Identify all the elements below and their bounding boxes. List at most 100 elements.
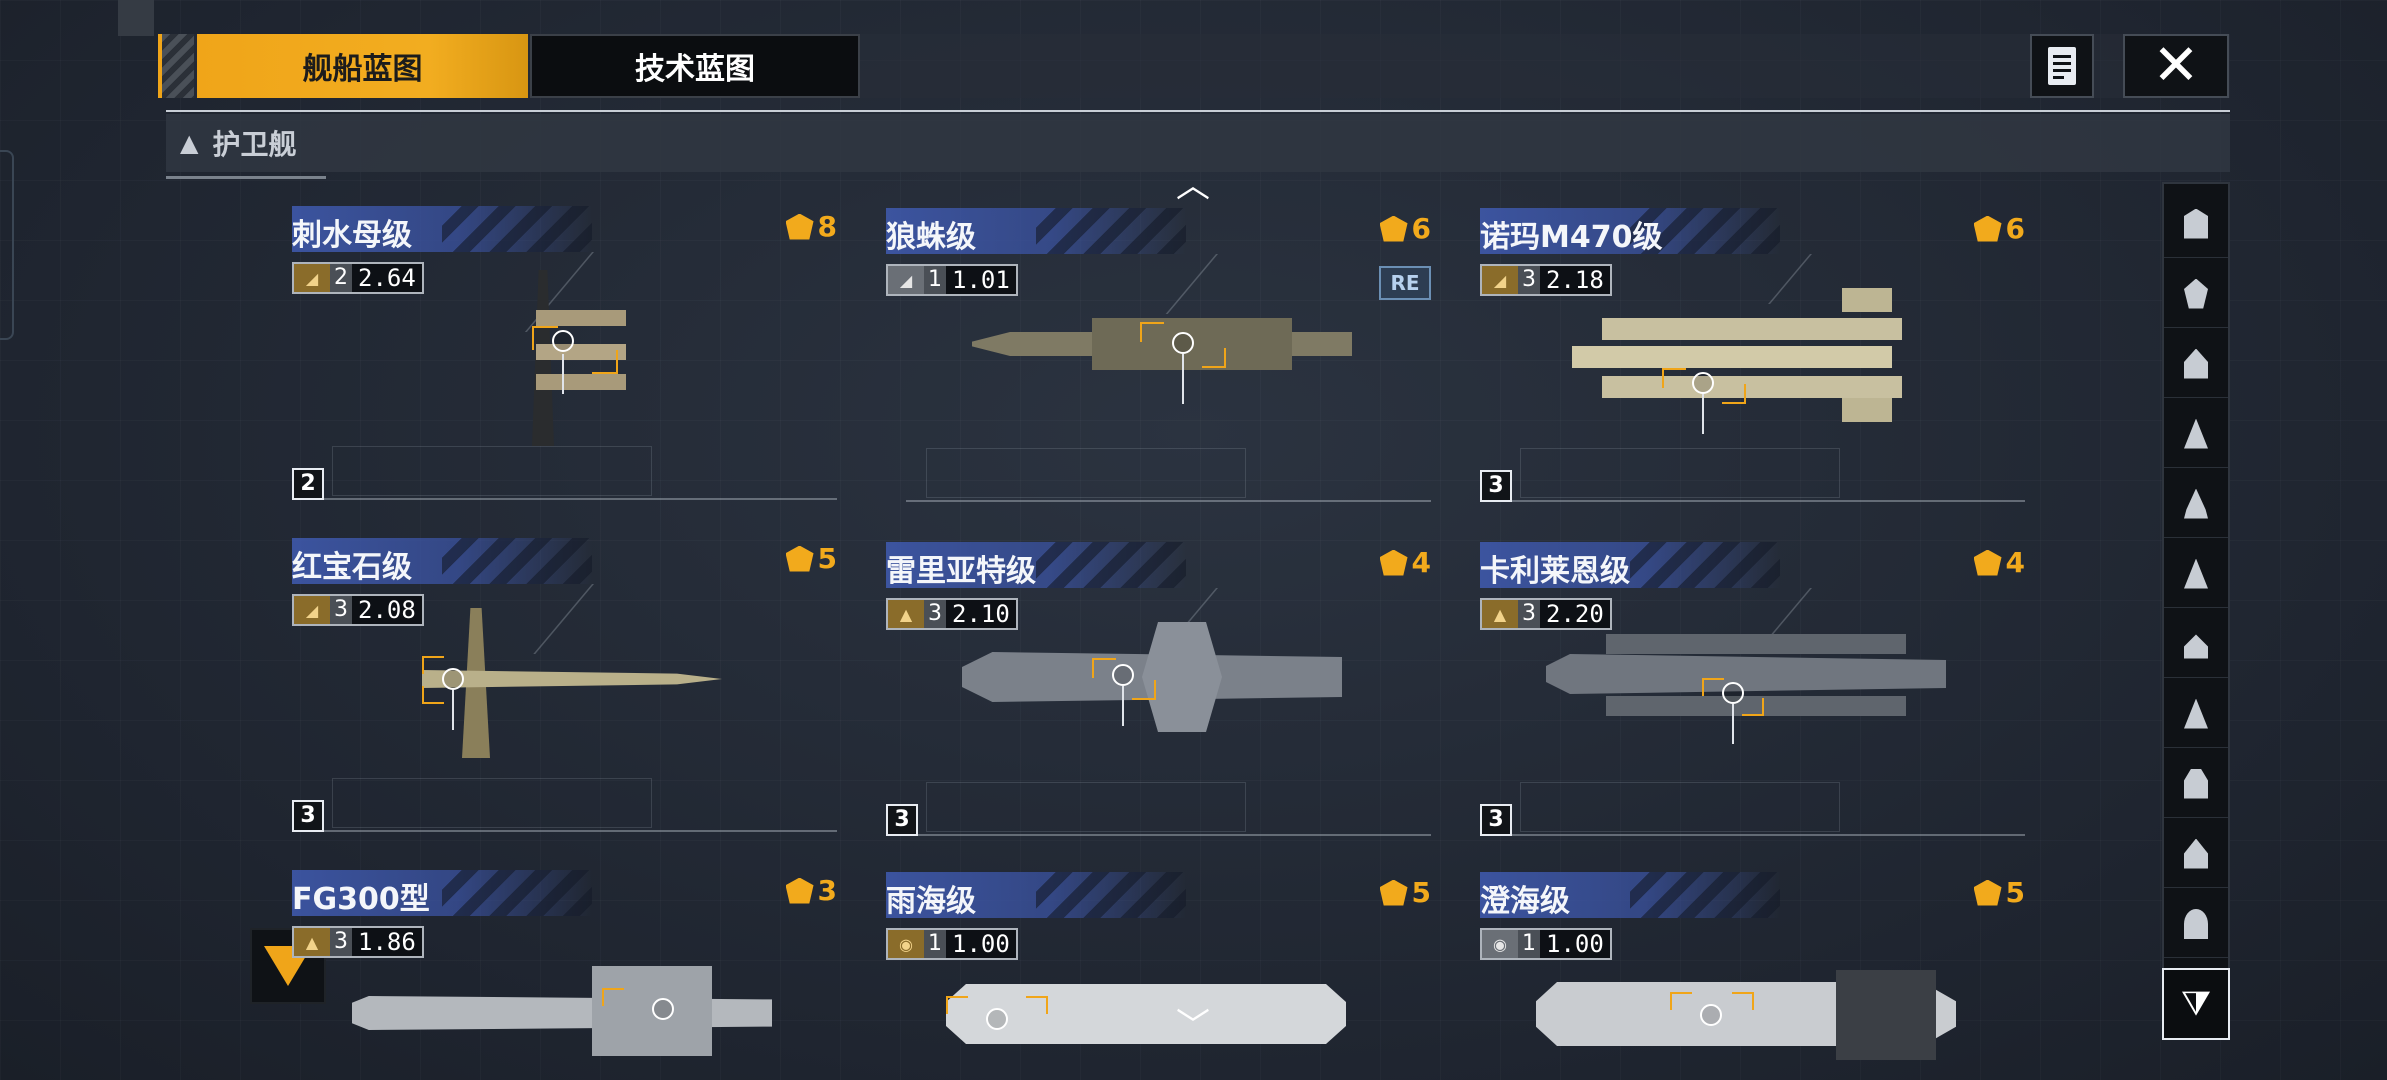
ship-name: 刺水母级 <box>292 218 412 253</box>
ship-model <box>962 622 1342 732</box>
battlecruiser-icon <box>2184 418 2208 449</box>
ship-card[interactable]: 红宝石级 5 ◢ 3 2.08 3 <box>292 538 837 858</box>
medal-value: 5 <box>2005 876 2025 909</box>
close-button[interactable]: ✕ <box>2123 34 2229 98</box>
medal-count: 6 <box>1379 212 1431 245</box>
other-ship-icon <box>2184 908 2208 939</box>
side-drawer-handle[interactable] <box>0 150 14 340</box>
frigate-class-icon: ◢ <box>1482 266 1518 294</box>
collapse-triangle-icon: ▲ <box>180 129 199 157</box>
medal-icon <box>1379 215 1408 242</box>
baseline <box>312 830 837 832</box>
document-icon <box>2048 47 2076 85</box>
re-badge: RE <box>1379 266 1431 300</box>
frigate-class-icon: ◢ <box>294 596 330 624</box>
tab-ship-blueprint[interactable]: 舰船蓝图 <box>197 34 528 98</box>
support-icon <box>2184 838 2208 869</box>
ship-class-rail <box>2162 182 2230 1040</box>
ship-tier: 1 <box>924 266 946 294</box>
filter-button[interactable]: ⧩ <box>2162 968 2230 1040</box>
medal-value: 6 <box>2005 212 2025 245</box>
ship-model <box>1536 970 1956 1066</box>
rail-item-corvette[interactable] <box>2164 750 2228 818</box>
medal-count: 6 <box>1973 212 2025 245</box>
ship-card[interactable]: 澄海级 5 ◉ 1 1.00 <box>1480 872 2025 1080</box>
rail-item-battleship[interactable] <box>2164 540 2228 608</box>
medal-icon <box>785 213 814 240</box>
filter-icon: ⧩ <box>2180 984 2212 1024</box>
destroyer-icon <box>2184 278 2208 309</box>
rail-item-carrier[interactable] <box>2164 470 2228 538</box>
ship-card[interactable]: 狼蛛级 6 ◢ 1 1.01 RE <box>886 208 1431 528</box>
corvette-icon <box>2184 768 2208 799</box>
medal-value: 4 <box>2005 546 2025 579</box>
chevron-up-icon[interactable]: ︿ <box>1173 169 1213 203</box>
rail-item-cruiser[interactable] <box>2164 330 2228 398</box>
ship-value: 2.10 <box>952 600 1010 628</box>
ship-stats: ◢ 3 2.18 <box>1480 264 1612 296</box>
ship-name: FG300型 <box>292 882 430 917</box>
medal-value: 5 <box>817 542 837 575</box>
ship-model <box>946 972 1346 1062</box>
schematic-outline <box>1520 448 1840 498</box>
rail-item-other[interactable] <box>2164 890 2228 958</box>
ship-card[interactable]: 刺水母级 8 ◢ 2 2.64 2 <box>292 206 837 526</box>
ship-tier: 3 <box>1518 600 1540 628</box>
rail-item-fighter[interactable] <box>2164 680 2228 748</box>
schematic-outline <box>1520 782 1840 832</box>
battleship-icon <box>2184 558 2208 589</box>
ship-card[interactable]: 诺玛M470级 6 ◢ 3 2.18 3 <box>1480 208 2025 528</box>
corner-mark <box>118 0 154 36</box>
frigate-class-icon: ▲ <box>888 600 924 628</box>
rail-item-frigate[interactable] <box>2164 190 2228 258</box>
ship-card[interactable]: 雨海级 5 ◉ 1 1.00 <box>886 872 1431 1080</box>
ship-tier: 3 <box>924 600 946 628</box>
rail-item-auxiliary[interactable] <box>2164 610 2228 678</box>
ship-name: 雷里亚特级 <box>886 554 1036 589</box>
frigate-class-icon: ◢ <box>888 266 924 294</box>
ship-model <box>1546 624 1946 744</box>
ship-stats: ▲ 3 2.10 <box>886 598 1018 630</box>
baseline <box>906 500 1431 502</box>
frigate-class-icon: ◉ <box>888 930 924 958</box>
medal-count: 5 <box>785 542 837 575</box>
ship-model <box>972 314 1352 404</box>
document-button[interactable] <box>2030 34 2094 98</box>
frigate-class-icon: ▲ <box>1482 600 1518 628</box>
category-underline <box>166 176 326 179</box>
tier-box: 3 <box>1480 470 1512 502</box>
auxiliary-icon <box>2184 634 2208 659</box>
category-header[interactable]: ▲ 护卫舰 <box>166 114 2230 172</box>
close-icon: ✕ <box>2152 33 2200 98</box>
ship-value: 2.08 <box>358 596 416 624</box>
schematic-outline <box>926 782 1246 832</box>
rail-item-destroyer[interactable] <box>2164 260 2228 328</box>
header-divider <box>166 110 2230 112</box>
rail-item-support[interactable] <box>2164 820 2228 888</box>
carrier-icon <box>2184 488 2208 519</box>
ship-model <box>352 966 772 1066</box>
tab-tech-blueprint[interactable]: 技术蓝图 <box>530 34 860 98</box>
medal-count: 5 <box>1379 876 1431 909</box>
ship-card[interactable]: FG300型 3 ▲ 3 1.86 <box>292 870 837 1080</box>
tier-box: 3 <box>886 804 918 836</box>
ship-name: 卡利莱恩级 <box>1480 554 1630 589</box>
ship-name: 雨海级 <box>886 884 976 919</box>
baseline <box>1500 834 2025 836</box>
medal-icon <box>1973 879 2002 906</box>
ship-stats: ◢ 1 1.01 <box>886 264 1018 296</box>
baseline <box>312 498 837 500</box>
fighter-icon <box>2184 698 2208 729</box>
ship-card[interactable]: 卡利莱恩级 4 ▲ 3 2.20 3 <box>1480 542 2025 862</box>
frigate-class-icon: ◉ <box>1482 930 1518 958</box>
rail-item-battlecruiser[interactable] <box>2164 400 2228 468</box>
medal-count: 3 <box>785 874 837 907</box>
chevron-down-icon[interactable]: ﹀ <box>1173 1009 1213 1043</box>
ship-stats: ◉ 1 1.00 <box>1480 928 1612 960</box>
frigate-icon <box>2184 208 2208 239</box>
ship-value: 1.86 <box>358 928 416 956</box>
medal-icon <box>785 545 814 572</box>
medal-icon <box>785 877 814 904</box>
ship-card[interactable]: 雷里亚特级 4 ▲ 3 2.10 3 <box>886 542 1431 862</box>
tab-tech-blueprint-label: 技术蓝图 <box>635 52 755 87</box>
